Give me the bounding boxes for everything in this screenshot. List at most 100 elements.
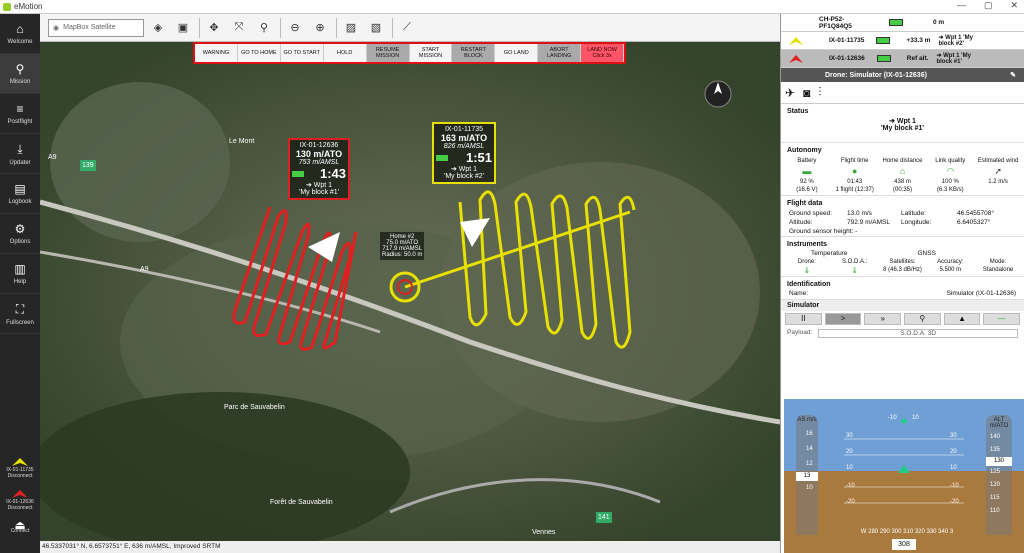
panel-tabs: ✈ ◙ ⫶ [781, 82, 1024, 104]
sidebar-item-fullscreen[interactable]: ⛶ Fullscreen [0, 294, 40, 334]
draw-area-button[interactable]: ▨ [340, 17, 362, 39]
drone-yellow-icon [12, 458, 28, 466]
sidebar-item-logbook[interactable]: ▤ Logbook [0, 174, 40, 214]
zoom-out-button[interactable]: ⊖ [284, 17, 306, 39]
payload-row: Payload: S.O.D.A. 3D [781, 327, 1024, 340]
battery-icon [889, 19, 903, 26]
go-land-button[interactable]: GO LAND [495, 44, 539, 62]
sidebar-item-postflight[interactable]: ≡ Postflight [0, 94, 40, 134]
section-title: Status [787, 108, 809, 115]
map-layer-select[interactable]: ◉ MapBox Satellite [48, 18, 144, 37]
status-bar: 46.5337031° N, 6.6573751° E, 636 m/AMSL,… [40, 541, 780, 553]
place-label: Parc de Sauvabelin [224, 404, 285, 411]
tab-settings[interactable]: ⫶ [818, 85, 821, 100]
primary-flight-display: 30 20 10 -10 -20 30 20 10 -10 -20 -10 10… [784, 399, 1024, 553]
battery-icon [292, 170, 304, 177]
path-icon: ▧ [370, 22, 382, 34]
land-now-button[interactable]: LAND NOW Click 3x [581, 44, 625, 62]
drone-yellow-info-box[interactable]: IX-01-11735 163 m/ATO 826 m/AMSL 1:51 ➔ … [432, 122, 496, 184]
map-canvas [40, 42, 780, 541]
drone-red-icon [789, 54, 803, 63]
home-info-box[interactable]: Home #2 75.0 m/ATO 717.9 m/AMSL Radius: … [380, 232, 425, 260]
go-to-home-button[interactable]: GO TO HOME [237, 44, 281, 62]
title-bar: eMotion — ▢ ✕ [0, 0, 1024, 14]
pause-button[interactable]: II [785, 313, 822, 325]
start-mission-button[interactable]: START MISSION [409, 44, 453, 62]
edit-icon[interactable]: ✎ [1010, 71, 1016, 79]
drone-list-item[interactable]: CH-P52-PF1Q84Q5 0 m [781, 14, 1024, 32]
sidebar-item-mission[interactable]: ⚲ Mission [0, 54, 40, 94]
command-bar: WARNING GO TO HOME GO TO START HOLD RESU… [193, 42, 626, 64]
draw-path-button[interactable]: ▧ [365, 17, 387, 39]
tab-drone[interactable]: ✈ [785, 86, 795, 100]
app-logo-icon [3, 3, 11, 11]
3d-view-button[interactable]: ▣ [172, 17, 194, 39]
layers-button[interactable]: ◈ [147, 17, 169, 39]
home-icon: ⌂ [16, 22, 24, 36]
globe-icon: ◉ [53, 24, 60, 32]
sidebar-item-welcome[interactable]: ⌂ Welcome [0, 14, 40, 54]
payload-select[interactable]: S.O.D.A. 3D [818, 329, 1018, 338]
drone-yellow-icon [789, 36, 803, 45]
connect-button[interactable]: ⏏ Connect [0, 519, 40, 552]
zoom-in-button[interactable]: ⊕ [309, 17, 331, 39]
marker-button[interactable]: ⚲ [253, 17, 275, 39]
expand-button[interactable]: ⤧ [228, 17, 250, 39]
status-section: Status ➔ Wpt 1 'My block #1' [781, 104, 1024, 143]
fullscreen-icon: ⛶ [15, 301, 25, 316]
maximize-button[interactable]: ▢ [984, 0, 993, 11]
heading-scale: W 280 290 300 310 320 330 340 3 [860, 529, 954, 535]
minimize-button[interactable]: — [957, 0, 966, 11]
simulator-controls: II > » ⚲ ▲ — [781, 311, 1024, 327]
abort-landing-button[interactable]: ABORT LANDING [538, 44, 582, 62]
area-icon: ▨ [345, 22, 357, 34]
expand-icon: ⤧ [234, 21, 244, 33]
download-icon: ⤓ [17, 141, 23, 156]
thermometer-icon: 🌡 [803, 268, 811, 274]
sidebar-item-help[interactable]: ▥ Help [0, 254, 40, 294]
battery-button[interactable]: — [983, 313, 1021, 325]
simulator-title: Simulator [781, 300, 1024, 311]
battery-icon: ▬ [802, 166, 812, 176]
restart-block-button[interactable]: RESTART BLOCK [452, 44, 496, 62]
cube-icon: ▣ [177, 22, 189, 34]
map-toolbar: ◉ MapBox Satellite ◈ ▣ ✥ ⤧ ⚲ ⊖ ⊕ ▨ ▧ ⟋ [40, 14, 780, 42]
zoom-out-icon: ⊖ [290, 22, 300, 34]
tab-camera[interactable]: ◙ [803, 86, 810, 100]
drone-red-info-box[interactable]: IX-01-12636 130 m/ATO 753 m/AMSL 1:43 ➔ … [288, 138, 350, 200]
center-button[interactable]: ✥ [203, 17, 225, 39]
drone-list-item[interactable]: IX-01-12636 Ref alt. ➔ Wpt 1 'My block #… [781, 50, 1024, 68]
altitude-value: 130 [986, 457, 1012, 466]
panel-title: Drone: Simulator (IX-01-12636) ✎ [781, 68, 1024, 82]
play-button[interactable]: > [824, 313, 862, 325]
drone-list-item[interactable]: IX-01-11735 +33.3 m ➔ Wpt 1 'My block #2… [781, 32, 1024, 50]
wind-button[interactable]: ⚲ [904, 313, 941, 325]
toolbar-divider [280, 17, 281, 38]
map-view[interactable]: Le Mont Parc de Sauvabelin Forêt de Sauv… [40, 42, 780, 541]
toolbar-divider [336, 17, 337, 38]
road-label: A9 [140, 266, 149, 273]
road-label: 139 [80, 160, 96, 171]
logbook-icon: ▤ [14, 182, 26, 196]
sidebar-item-options[interactable]: ⚙ Options [0, 214, 40, 254]
go-to-start-button[interactable]: GO TO START [280, 44, 324, 62]
wifi-icon: ◠ [946, 166, 955, 176]
section-title: Flight data [787, 200, 823, 207]
battery-icon [876, 55, 891, 62]
sidebar-item-updater[interactable]: ⤓ Updater [0, 134, 40, 174]
home-icon: ⌂ [899, 166, 906, 176]
altitude-tape: ALT m/ATO 140 135 130 125 120 115 110 [986, 415, 1012, 535]
instruments-section: Instruments Temperature GNSS Drone: S.O.… [781, 237, 1024, 277]
airspeed-tape: AS m/s 16 14 12 13 10 [796, 415, 818, 535]
measure-button[interactable]: ⟋ [396, 17, 418, 39]
fast-forward-button[interactable]: » [864, 313, 902, 325]
gps-button[interactable]: ▲ [943, 313, 981, 325]
sidebar-drone-red[interactable]: IX-01-12636 Disconnect [0, 489, 40, 519]
heading-value: 308 [892, 539, 916, 550]
sidebar-drone-yellow[interactable]: IX-01-11735 Disconnect [0, 457, 40, 487]
warning-button[interactable]: WARNING [195, 44, 238, 62]
hold-button[interactable]: HOLD [323, 44, 367, 62]
resume-mission-button[interactable]: RESUME MISSION [366, 44, 410, 62]
close-button[interactable]: ✕ [1010, 0, 1018, 11]
center-icon: ✥ [209, 22, 219, 34]
